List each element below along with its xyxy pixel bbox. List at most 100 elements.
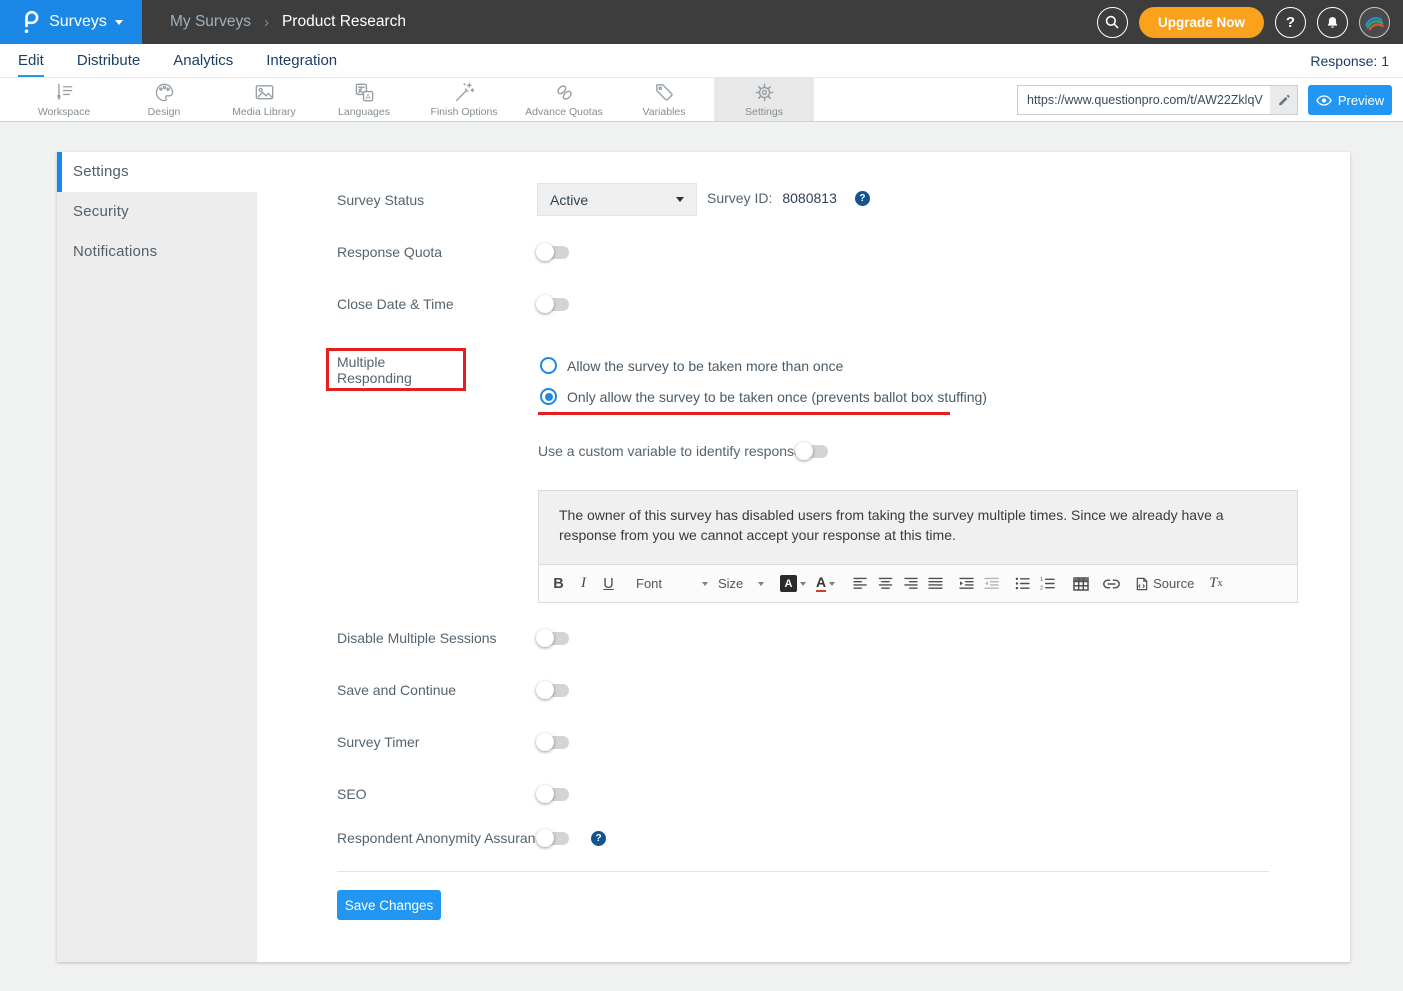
source-button[interactable]: Source	[1136, 572, 1194, 596]
survey-nav: Edit Distribute Analytics Integration Re…	[0, 44, 1403, 78]
size-dropdown[interactable]: Size	[718, 572, 764, 596]
toolbar-item-variables[interactable]: Variables	[614, 78, 714, 121]
toolbar-item-advance-quotas[interactable]: Advance Quotas	[514, 78, 614, 121]
upgrade-now-button[interactable]: Upgrade Now	[1139, 7, 1264, 38]
align-center-button[interactable]	[878, 572, 893, 596]
breadcrumb-separator-icon: ›	[264, 14, 269, 31]
bell-icon	[1324, 14, 1341, 31]
text-color-icon: A	[816, 575, 826, 592]
edit-toolbar: Workspace Design Media Library A Languag…	[0, 78, 1403, 122]
radio-allow-multiple[interactable]: Allow the survey to be taken more than o…	[540, 357, 843, 374]
dropdown-caret-icon	[702, 582, 708, 586]
tab-integration[interactable]: Integration	[266, 52, 337, 77]
numbered-list-button[interactable]: 12	[1040, 572, 1055, 596]
help-button[interactable]: ?	[1275, 7, 1306, 38]
surveys-product-menu[interactable]: Surveys	[0, 0, 142, 44]
sidebar-item-settings[interactable]: Settings	[57, 152, 257, 192]
source-doc-icon	[1136, 577, 1148, 591]
align-right-button[interactable]	[903, 572, 918, 596]
preview-button[interactable]: Preview	[1308, 85, 1392, 115]
justify-button[interactable]	[928, 572, 943, 596]
top-bar: Surveys My Surveys › Product Research Up…	[0, 0, 1403, 44]
bold-button[interactable]: B	[551, 572, 566, 596]
editor-toolbar: B I U Font Size A A	[539, 564, 1297, 602]
response-quota-toggle[interactable]	[536, 243, 570, 261]
respondent-anonymity-help-icon[interactable]: ?	[591, 831, 606, 846]
save-changes-button[interactable]: Save Changes	[337, 890, 441, 920]
design-palette-icon	[153, 81, 176, 104]
workspace-icon	[53, 81, 76, 104]
red-underline-annotation	[538, 412, 950, 415]
radio-only-once[interactable]: Only allow the survey to be taken once (…	[540, 388, 987, 405]
insert-table-button[interactable]	[1073, 572, 1089, 596]
multiple-responding-label: Multiple Responding	[337, 354, 463, 386]
decrease-indent-button[interactable]	[984, 572, 999, 596]
toolbar-item-settings[interactable]: Settings	[714, 78, 814, 121]
insert-link-icon	[1103, 579, 1120, 589]
survey-id-help-icon[interactable]: ?	[855, 191, 870, 206]
radio-button-icon[interactable]	[540, 357, 557, 374]
toolbar-item-finish-options[interactable]: Finish Options	[414, 78, 514, 121]
align-right-icon	[903, 577, 918, 590]
disable-multiple-sessions-label: Disable Multiple Sessions	[337, 630, 497, 646]
bulleted-list-icon	[1015, 577, 1030, 590]
remove-format-button[interactable]: Tx	[1208, 572, 1223, 596]
settings-gear-icon	[753, 81, 776, 104]
radio-button-icon[interactable]	[540, 388, 557, 405]
align-center-icon	[878, 577, 893, 590]
underline-button[interactable]: U	[601, 572, 616, 596]
user-avatar[interactable]	[1359, 7, 1390, 38]
tab-distribute[interactable]: Distribute	[77, 52, 140, 77]
edit-url-button[interactable]	[1270, 86, 1297, 114]
tab-edit[interactable]: Edit	[18, 52, 44, 77]
sidebar-item-notifications[interactable]: Notifications	[57, 232, 257, 272]
toolbar-item-media-library[interactable]: Media Library	[214, 78, 314, 121]
text-color-button[interactable]: A	[816, 572, 835, 596]
close-date-label: Close Date & Time	[337, 296, 454, 312]
breadcrumb-my-surveys[interactable]: My Surveys	[170, 13, 251, 31]
disabled-message-text[interactable]: The owner of this survey has disabled us…	[539, 491, 1297, 564]
advance-quotas-links-icon	[553, 81, 576, 104]
save-and-continue-toggle[interactable]	[536, 681, 570, 699]
align-left-icon	[853, 577, 868, 590]
multiple-responding-annotation-box: Multiple Responding	[326, 348, 466, 391]
align-left-button[interactable]	[853, 572, 868, 596]
toolbar-item-design[interactable]: Design	[114, 78, 214, 121]
decrease-indent-icon	[984, 577, 999, 590]
custom-variable-label: Use a custom variable to identify respon…	[538, 443, 809, 459]
respondent-anonymity-toggle[interactable]	[536, 829, 570, 847]
question-mark-icon: ?	[1286, 14, 1295, 31]
svg-text:A: A	[365, 92, 371, 101]
settings-sidebar: Settings Security Notifications	[57, 152, 257, 962]
bulleted-list-button[interactable]	[1015, 572, 1030, 596]
toolbar-item-languages[interactable]: A Languages	[314, 78, 414, 121]
respondent-anonymity-label: Respondent Anonymity Assurance	[337, 830, 550, 846]
toolbar-item-workspace[interactable]: Workspace	[14, 78, 114, 121]
survey-status-dropdown[interactable]: Active	[537, 183, 697, 216]
font-dropdown[interactable]: Font	[636, 572, 708, 596]
background-color-button[interactable]: A	[780, 572, 806, 596]
languages-icon: A	[353, 81, 376, 104]
survey-timer-label: Survey Timer	[337, 734, 419, 750]
dropdown-caret-icon	[758, 582, 764, 586]
survey-url-input[interactable]	[1018, 93, 1270, 107]
avatar-logo-icon	[1360, 8, 1388, 36]
survey-timer-toggle[interactable]	[536, 733, 570, 751]
sidebar-item-security[interactable]: Security	[57, 192, 257, 232]
seo-toggle[interactable]	[536, 785, 570, 803]
insert-link-button[interactable]	[1103, 572, 1120, 596]
divider	[337, 871, 1269, 872]
tab-analytics[interactable]: Analytics	[173, 52, 233, 77]
search-button[interactable]	[1097, 7, 1128, 38]
custom-variable-toggle[interactable]	[795, 442, 829, 460]
increase-indent-button[interactable]	[959, 572, 974, 596]
disable-multiple-sessions-toggle[interactable]	[536, 629, 570, 647]
notifications-button[interactable]	[1317, 7, 1348, 38]
breadcrumb-current-survey: Product Research	[282, 13, 406, 31]
close-date-toggle[interactable]	[536, 295, 570, 313]
breadcrumb: My Surveys › Product Research	[170, 13, 406, 31]
italic-button[interactable]: I	[576, 572, 591, 596]
sidebar-background: Security Notifications	[57, 192, 257, 962]
media-library-icon	[253, 81, 276, 104]
finish-options-wand-icon	[453, 81, 476, 104]
